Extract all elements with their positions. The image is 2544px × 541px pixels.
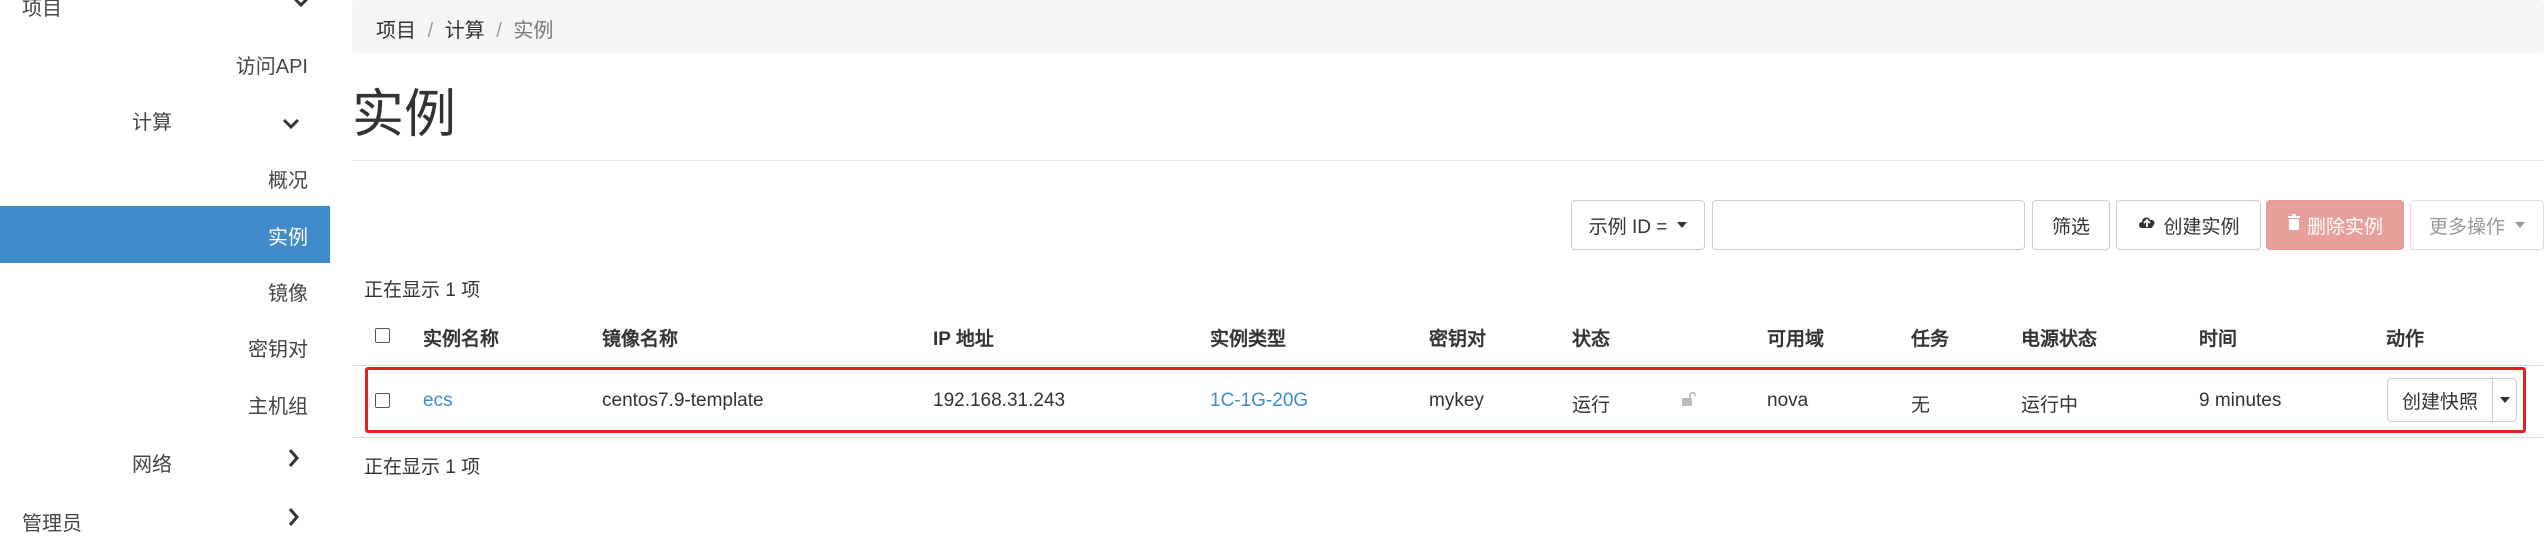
filter-input[interactable] (1712, 200, 2025, 250)
delete-instances-label: 删除实例 (2306, 216, 2383, 238)
row-actions-dropdown-toggle[interactable] (2493, 378, 2517, 422)
more-actions-label: 更多操作 (2428, 216, 2505, 238)
breadcrumb-item[interactable]: 项目 (376, 20, 416, 42)
column-header-actions: 动作 (2386, 329, 2425, 350)
trash-icon (2287, 214, 2301, 236)
create-snapshot-button[interactable]: 创建快照 (2387, 378, 2494, 422)
main-content: 项目 / 计算 / 实例 实例 示例 ID = 筛选 创建实例 删除实例 更多操… (352, 0, 2544, 541)
task-cell: 无 (1911, 395, 1931, 416)
create-snapshot-label: 创建快照 (2402, 391, 2479, 413)
breadcrumb-separator: / (427, 20, 434, 42)
divider (352, 437, 2544, 438)
column-header-power[interactable]: 电源状态 (2021, 324, 2097, 351)
row-checkbox[interactable] (375, 393, 390, 408)
sidebar-item-label: 项目 (22, 0, 62, 20)
table-row: ecs centos7.9-template 192.168.31.243 1C… (352, 370, 2544, 430)
sidebar-item-keypairs[interactable]: 密钥对 (248, 333, 308, 362)
column-header-status[interactable]: 状态 (1572, 324, 1610, 351)
sidebar-item-label: 主机组 (248, 396, 308, 418)
sidebar-item-label: 访问API (235, 56, 308, 78)
keypair-cell: mykey (1429, 390, 1484, 411)
column-header-task[interactable]: 任务 (1911, 324, 1949, 351)
status-cell: 运行 (1572, 395, 1611, 416)
sidebar-item-label: 计算 (132, 112, 172, 134)
chevron-down-icon (282, 110, 300, 136)
delete-instances-button[interactable]: 删除实例 (2266, 200, 2404, 250)
breadcrumb: 项目 / 计算 / 实例 (352, 0, 2544, 53)
divider (352, 160, 2544, 161)
item-count: 正在显示 1 项 (364, 280, 481, 301)
sidebar-item-images[interactable]: 镜像 (268, 277, 308, 306)
chevron-right-icon (288, 507, 300, 533)
sidebar-item-access-api[interactable]: 访问API (236, 50, 308, 79)
sidebar-item-label: 管理员 (22, 513, 82, 535)
filter-button-label: 筛选 (2051, 216, 2090, 238)
column-header-name[interactable]: 实例名称 (423, 324, 499, 351)
sidebar-item-overview[interactable]: 概况 (268, 164, 308, 193)
create-instance-button[interactable]: 创建实例 (2116, 200, 2261, 250)
filter-field-label: 示例 ID = (1588, 216, 1668, 238)
unlock-icon (1682, 391, 1696, 406)
item-count: 正在显示 1 项 (364, 457, 481, 478)
caret-down-icon (2515, 222, 2525, 228)
sidebar-item-instances[interactable]: 实例 (0, 206, 330, 263)
sidebar-item-admin[interactable]: 管理员 (22, 507, 322, 536)
power-state-cell: 运行中 (2021, 395, 2079, 416)
chevron-right-icon (288, 448, 300, 474)
column-header-image[interactable]: 镜像名称 (602, 324, 678, 351)
sidebar-item-label: 镜像 (268, 283, 308, 305)
chevron-down-icon (292, 0, 310, 14)
table-header: 实例名称 镜像名称 IP 地址 实例类型 密钥对 状态 可用域 任务 电源状态 … (352, 318, 2544, 358)
sidebar-item-label: 网络 (132, 454, 172, 476)
column-header-keypair[interactable]: 密钥对 (1429, 324, 1486, 351)
instance-name-link[interactable]: ecs (423, 390, 453, 412)
availability-zone-cell: nova (1767, 390, 1809, 411)
page-title: 实例 (352, 86, 457, 144)
cloud-upload-icon (2137, 214, 2157, 236)
column-header-ip[interactable]: IP 地址 (933, 324, 994, 351)
breadcrumb-separator: / (496, 20, 502, 42)
breadcrumb-item[interactable]: 计算 (445, 20, 485, 42)
breadcrumb-item-current: 实例 (513, 20, 554, 42)
sidebar-item-project[interactable]: 项目 (22, 0, 322, 21)
sidebar-item-label: 密钥对 (248, 339, 308, 361)
sidebar-item-network[interactable]: 网络 (132, 448, 322, 477)
filter-field-select[interactable]: 示例 ID = (1571, 200, 1705, 250)
more-actions-button[interactable]: 更多操作 (2410, 200, 2544, 250)
sidebar-item-label: 概况 (268, 170, 308, 192)
sidebar-item-compute[interactable]: 计算 (132, 106, 322, 135)
create-instance-label: 创建实例 (2163, 216, 2240, 238)
sidebar: 项目 访问API 计算 概况 实例 镜像 密钥对 主机组 网络 管理员 (0, 0, 330, 541)
column-header-az[interactable]: 可用域 (1767, 324, 1824, 351)
caret-down-icon (1677, 222, 1688, 228)
image-name-cell: centos7.9-template (602, 390, 764, 411)
caret-down-icon (2499, 397, 2510, 403)
column-header-time[interactable]: 时间 (2199, 324, 2237, 351)
sidebar-item-host-groups[interactable]: 主机组 (248, 390, 308, 419)
divider (352, 365, 2544, 366)
sidebar-item-label: 实例 (268, 227, 308, 249)
ip-address-cell: 192.168.31.243 (933, 390, 1066, 411)
select-all-checkbox[interactable] (375, 328, 390, 343)
filter-button[interactable]: 筛选 (2032, 200, 2110, 250)
column-header-flavor[interactable]: 实例类型 (1210, 324, 1286, 351)
flavor-link[interactable]: 1C-1G-20G (1210, 390, 1308, 412)
time-cell: 9 minutes (2199, 390, 2282, 411)
